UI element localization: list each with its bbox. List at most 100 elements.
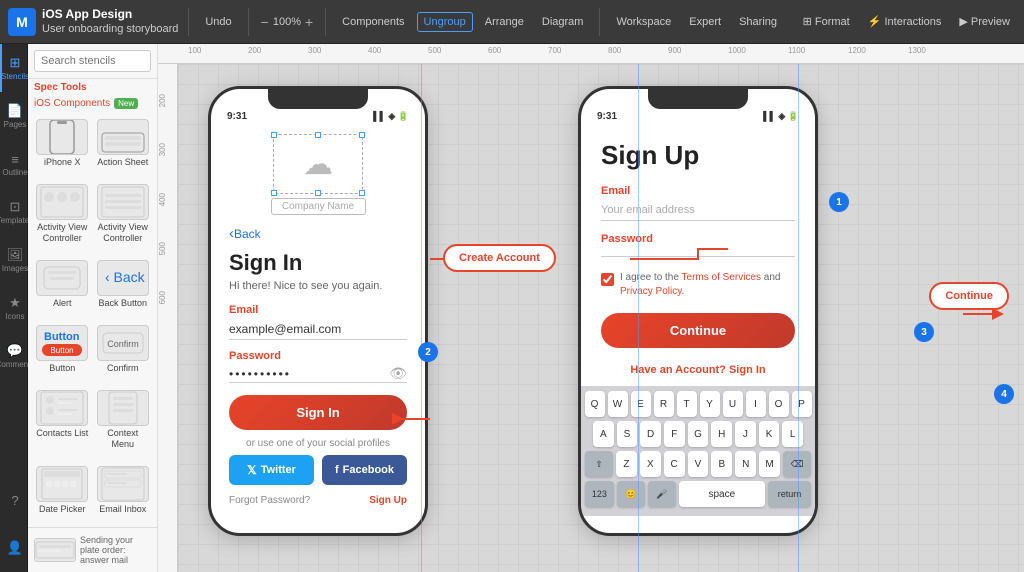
nav-comments[interactable]: 💬 Comments [0,332,28,380]
sharing-btn[interactable]: Sharing [733,13,783,31]
components-btn[interactable]: Components [336,13,410,31]
nav-help[interactable]: ? [0,476,28,524]
privacy-policy-link[interactable]: Privacy Policy. [620,286,684,297]
stencil-iphone-x[interactable]: iPhone X [34,115,91,176]
signup-email-input[interactable]: Your email address [601,200,795,221]
key-q[interactable]: Q [585,391,605,417]
nav-pages[interactable]: 📄 Pages [0,92,28,140]
workspace-btn[interactable]: Workspace [610,13,677,31]
nav-stencils[interactable]: ⊞ Stencils [0,44,28,92]
interactions-btn[interactable]: ⚡ Interactions [862,12,948,31]
key-mic[interactable]: 🎤 [648,481,676,507]
nav-templates[interactable]: ⊡ Templates [0,188,28,236]
handle-bl[interactable] [271,190,277,196]
outline-icon: ≡ [11,152,19,167]
preview-btn[interactable]: ▶ Preview [953,12,1016,31]
zoom-minus-btn[interactable]: − [259,14,271,30]
guide-line-left [421,64,422,572]
keyboard-row-3: ⇧ Z X C V B N M ⌫ [585,451,811,477]
search-input[interactable] [34,50,151,72]
key-p[interactable]: P [792,391,812,417]
format-btn[interactable]: ⊞ Format [797,12,856,31]
key-a[interactable]: A [593,421,614,447]
arrange-btn[interactable]: Arrange [479,13,530,31]
terms-of-service-link[interactable]: Terms of Services [682,272,761,283]
key-f[interactable]: F [664,421,685,447]
key-s[interactable]: S [617,421,638,447]
stencil-email-inbox[interactable]: Email Inbox [95,462,152,523]
expert-btn[interactable]: Expert [683,13,727,31]
canvas-area[interactable]: 100 200 300 400 500 600 700 800 900 1000… [158,44,1024,572]
stencil-alert[interactable]: Alert [34,256,91,317]
key-j[interactable]: J [735,421,756,447]
handle-tl[interactable] [271,132,277,138]
key-w[interactable]: W [608,391,628,417]
key-o[interactable]: O [769,391,789,417]
terms-checkbox[interactable] [601,273,614,286]
key-emoji[interactable]: 😊 [617,481,645,507]
stencil-confirm[interactable]: Confirm Confirm [95,321,152,382]
sending-plate-item[interactable]: Sending your plate order: answer mail [34,532,151,568]
handle-tr[interactable] [359,132,365,138]
key-b[interactable]: B [711,451,732,477]
stencil-activity2[interactable]: Activity View Controller [95,180,152,252]
key-e[interactable]: E [631,391,651,417]
stencil-context-menu[interactable]: Context Menu [95,386,152,458]
key-z[interactable]: Z [616,451,637,477]
key-g[interactable]: G [688,421,709,447]
key-i[interactable]: I [746,391,766,417]
key-l[interactable]: L [782,421,803,447]
stencil-activity1[interactable]: Activity View Controller [34,180,91,252]
stencil-date-picker[interactable]: Date Picker [34,462,91,523]
key-v[interactable]: V [688,451,709,477]
nav-images[interactable]: 🖼 Images [0,236,28,284]
continue-button[interactable]: Continue [601,313,795,348]
stencil-back-btn[interactable]: ‹ Back Back Button [95,256,152,317]
stencil-thumb [36,390,88,426]
handle-b[interactable] [315,190,321,196]
password-input[interactable]: •••••••••• [229,367,389,381]
eye-icon[interactable]: 👁 [389,365,407,382]
facebook-button[interactable]: f Facebook [322,455,407,485]
zoom-plus-btn[interactable]: + [303,14,315,30]
handle-t[interactable] [315,132,321,138]
key-r[interactable]: R [654,391,674,417]
ungroup-btn[interactable]: Ungroup [417,12,473,32]
guide-line-right [798,64,799,572]
key-return[interactable]: return [768,481,811,507]
stencil-action-sheet[interactable]: Action Sheet [95,115,152,176]
signup-password-input[interactable] [601,248,795,257]
back-button[interactable]: ‹ Back [229,225,407,242]
signin-subtitle: Hi there! Nice to see you again. [229,280,407,292]
key-h[interactable]: H [711,421,732,447]
signup-link[interactable]: Sign Up [369,495,407,506]
create-account-button[interactable]: Create Account [443,244,556,272]
key-n[interactable]: N [735,451,756,477]
key-space[interactable]: space [679,481,765,507]
key-x[interactable]: X [640,451,661,477]
signin-button[interactable]: Sign In [229,395,407,430]
key-shift[interactable]: ⇧ [585,451,613,477]
company-name-field[interactable]: Company Name [271,198,366,215]
key-d[interactable]: D [640,421,661,447]
nav-profile[interactable]: 👤 [0,524,28,572]
key-t[interactable]: T [677,391,697,417]
signin-nav-link[interactable]: Sign In [729,364,766,376]
logo-placeholder[interactable]: ☁ [273,134,363,194]
key-123[interactable]: 123 [585,481,614,507]
key-m[interactable]: M [759,451,780,477]
handle-br[interactable] [359,190,365,196]
nav-outline[interactable]: ≡ Outline [0,140,28,188]
stencil-contacts[interactable]: Contacts List [34,386,91,458]
nav-icons[interactable]: ★ Icons [0,284,28,332]
key-k[interactable]: K [759,421,780,447]
key-c[interactable]: C [664,451,685,477]
email-input[interactable]: example@email.com [229,319,407,340]
continue-float-button[interactable]: Continue [929,282,1009,310]
twitter-button[interactable]: 𝕏 Twitter [229,455,314,485]
stencil-button-blue[interactable]: ButtonButton Button [34,321,91,382]
key-y[interactable]: Y [700,391,720,417]
undo-button[interactable]: Undo [199,13,237,31]
key-u[interactable]: U [723,391,743,417]
diagram-btn[interactable]: Diagram [536,13,590,31]
